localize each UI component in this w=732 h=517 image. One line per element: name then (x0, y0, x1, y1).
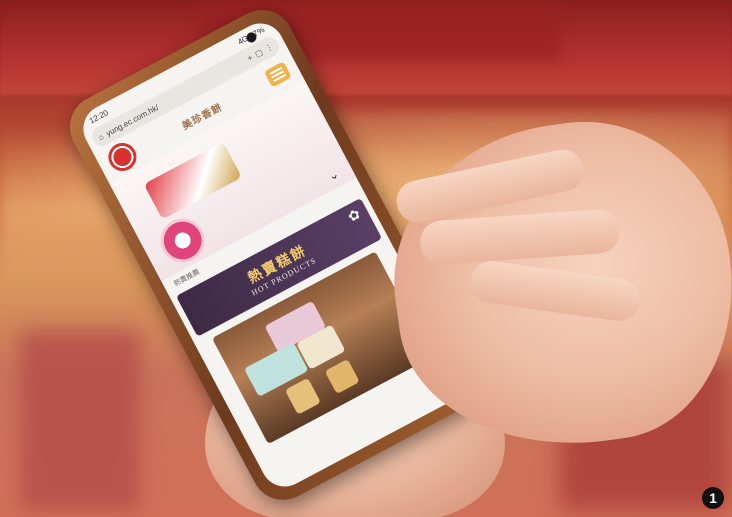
tabs-icon: ▢ (253, 47, 265, 59)
hamburger-menu-icon (263, 61, 292, 88)
photo-scene: 12:20 4G 97% ⌂ yung.ec.com.hk/ + ▢ ⋮ 美珍香… (0, 0, 732, 517)
more-icon: ⋮ (263, 41, 275, 54)
background-box-left (20, 330, 140, 510)
chevron-down-icon: ⌄ (325, 166, 342, 184)
product-biscuit (284, 377, 321, 415)
star-flower-icon: ✿ (344, 205, 363, 225)
new-tab-icon: + (245, 52, 254, 63)
home-icon: ⌂ (96, 131, 106, 142)
image-number-badge: 1 (702, 487, 724, 509)
product-biscuit (324, 358, 360, 395)
